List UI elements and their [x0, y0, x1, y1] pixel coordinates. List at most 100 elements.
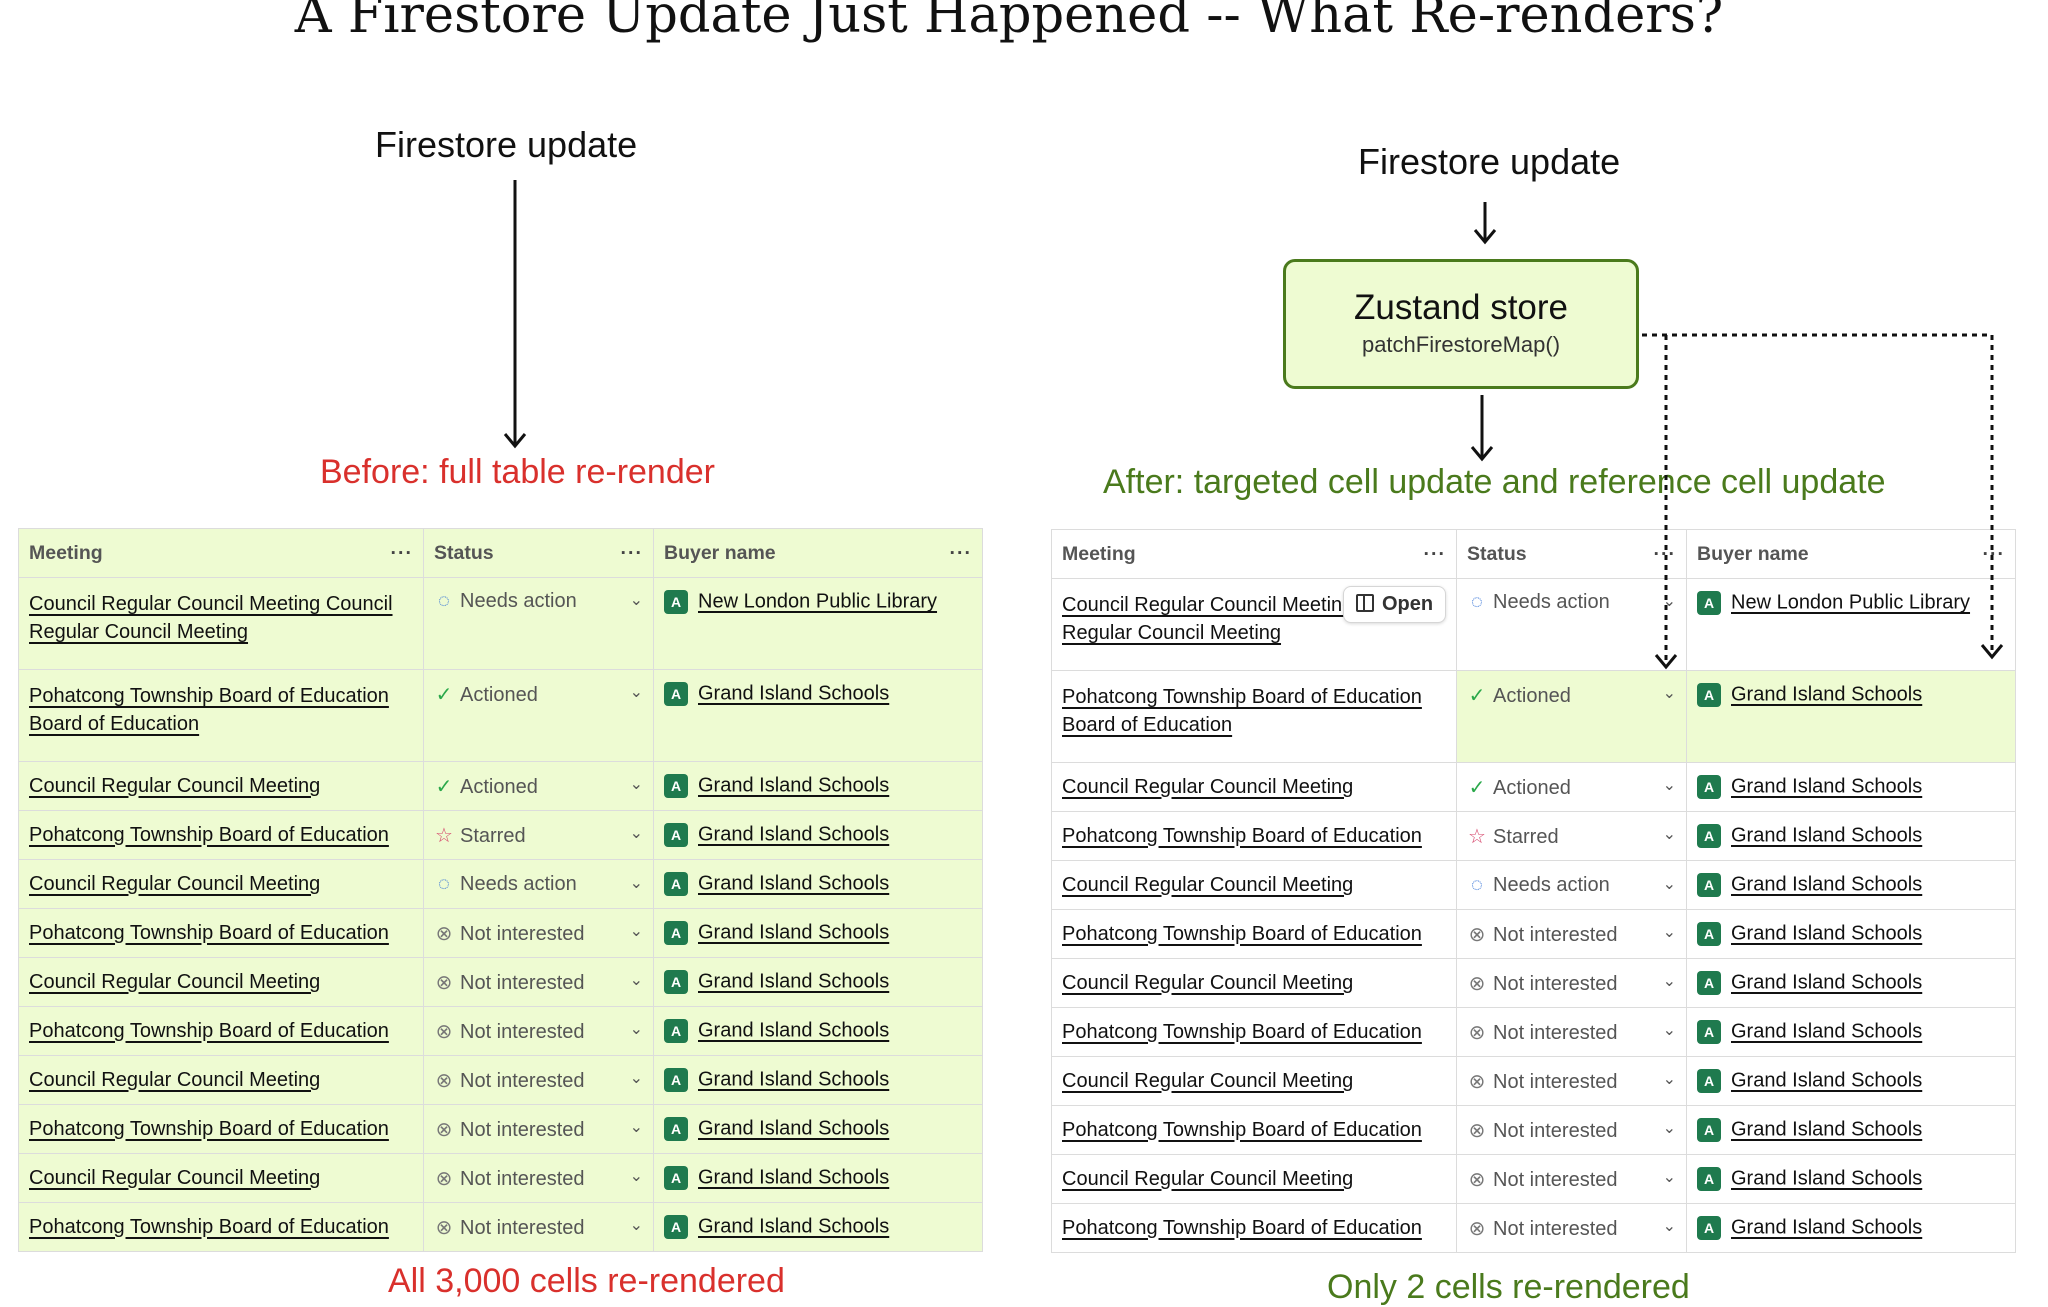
chevron-down-icon[interactable]: ⌄	[1663, 1216, 1676, 1236]
table-row[interactable]: Pohatcong Township Board of Education Bo…	[18, 669, 983, 762]
meeting-cell[interactable]: Pohatcong Township Board of Education	[1051, 909, 1457, 959]
column-menu-icon[interactable]: ···	[391, 542, 413, 565]
chevron-down-icon[interactable]: ⌄	[630, 1019, 643, 1039]
buyer-cell[interactable]: A Grand Island Schools	[1686, 860, 2016, 910]
buyer-link[interactable]: Grand Island Schools	[698, 1019, 889, 1041]
buyer-link[interactable]: Grand Island Schools	[698, 823, 889, 845]
buyer-cell[interactable]: A Grand Island Schools	[653, 1153, 983, 1203]
buyer-link[interactable]: Grand Island Schools	[698, 1068, 889, 1090]
chevron-down-icon[interactable]: ⌄	[1663, 971, 1676, 991]
status-cell[interactable]: ⊗ Not interested ⌄	[423, 1055, 654, 1105]
meeting-link[interactable]: Pohatcong Township Board of Education Bo…	[29, 685, 389, 735]
meeting-link[interactable]: Pohatcong Township Board of Education	[29, 1118, 389, 1140]
buyer-cell[interactable]: A Grand Island Schools	[1686, 1056, 2016, 1106]
table-row[interactable]: Pohatcong Township Board of Education ☆ St…	[18, 810, 983, 860]
open-row-button[interactable]: Open	[1343, 586, 1447, 623]
chevron-down-icon[interactable]: ⌄	[1663, 1020, 1676, 1040]
meeting-link[interactable]: Pohatcong Township Board of Education Bo…	[1062, 686, 1422, 736]
chevron-down-icon[interactable]: ⌄	[630, 590, 643, 610]
table-row[interactable]: Council Regular Council Meeting ⊗ Not inte…	[1051, 1154, 2016, 1204]
chevron-down-icon[interactable]: ⌄	[630, 1215, 643, 1235]
chevron-down-icon[interactable]: ⌄	[630, 823, 643, 843]
chevron-down-icon[interactable]: ⌄	[630, 682, 643, 702]
buyer-link[interactable]: Grand Island Schools	[698, 921, 889, 943]
table-row[interactable]: Pohatcong Township Board of Education ⊗ No…	[1051, 1105, 2016, 1155]
meeting-link[interactable]: Council Regular Council Meeting Council …	[29, 593, 393, 643]
meeting-cell[interactable]: Pohatcong Township Board of Education	[1051, 1007, 1457, 1057]
status-cell[interactable]: ⊗ Not interested ⌄	[423, 1202, 654, 1252]
meeting-cell[interactable]: Council Regular Council Meeting	[18, 1153, 424, 1203]
meeting-link[interactable]: Council Regular Council Meeting	[29, 971, 320, 993]
column-menu-icon[interactable]: ···	[1424, 543, 1446, 566]
meeting-link[interactable]: Council Regular Council Meeting	[29, 1167, 320, 1189]
meeting-cell[interactable]: Pohatcong Township Board of Education	[1051, 811, 1457, 861]
meeting-cell[interactable]: Council Regular Council Meeting	[1051, 762, 1457, 812]
status-cell[interactable]: ⊗ Not interested ⌄	[423, 1153, 654, 1203]
meeting-cell[interactable]: Pohatcong Township Board of Education	[1051, 1203, 1457, 1253]
meeting-link[interactable]: Council Regular Council Meeting	[1062, 1168, 1353, 1190]
table-row[interactable]: Council Regular Council Meeting ✓ Actioned…	[18, 761, 983, 811]
table-row[interactable]: Pohatcong Township Board of Education ⊗ No…	[1051, 909, 2016, 959]
meeting-link[interactable]: Pohatcong Township Board of Education	[1062, 923, 1422, 945]
status-cell[interactable]: ⊗ Not interested ⌄	[1456, 1203, 1687, 1253]
buyer-cell[interactable]: A Grand Island Schools	[1686, 762, 2016, 812]
meeting-link[interactable]: Pohatcong Township Board of Education	[29, 1020, 389, 1042]
chevron-down-icon[interactable]: ⌄	[630, 1068, 643, 1088]
table-row[interactable]: Council Regular Council Meeting ⊗ Not inte…	[18, 957, 983, 1007]
chevron-down-icon[interactable]: ⌄	[1663, 683, 1676, 703]
meeting-cell[interactable]: Pohatcong Township Board of Education	[18, 1104, 424, 1154]
status-cell[interactable]: ⊗ Not interested ⌄	[423, 908, 654, 958]
meeting-link[interactable]: Council Regular Council Meeting	[1062, 874, 1353, 896]
table-row[interactable]: Council Regular Council Meeting ⊗ Not inte…	[1051, 958, 2016, 1008]
chevron-down-icon[interactable]: ⌄	[630, 1117, 643, 1137]
status-cell[interactable]: ◌ Needs action ⌄	[423, 577, 654, 670]
meeting-cell[interactable]: Council Regular Council Meeting	[18, 761, 424, 811]
col-header-buyer[interactable]: Buyer name ···	[653, 528, 983, 578]
chevron-down-icon[interactable]: ⌄	[1663, 1167, 1676, 1187]
meeting-cell[interactable]: Pohatcong Township Board of Education Bo…	[18, 669, 424, 762]
chevron-down-icon[interactable]: ⌄	[1663, 1069, 1676, 1089]
chevron-down-icon[interactable]: ⌄	[1663, 874, 1676, 894]
buyer-cell[interactable]: A Grand Island Schools	[653, 1104, 983, 1154]
table-row[interactable]: Council Regular Council Meeting ◌ Needs ac…	[18, 859, 983, 909]
buyer-cell[interactable]: A Grand Island Schools	[1686, 909, 2016, 959]
table-row[interactable]: Council Regular Council Meeting ✓ Actioned…	[1051, 762, 2016, 812]
status-cell[interactable]: ⊗ Not interested ⌄	[423, 957, 654, 1007]
meeting-link[interactable]: Pohatcong Township Board of Education	[1062, 1217, 1422, 1239]
buyer-cell[interactable]: A Grand Island Schools	[653, 859, 983, 909]
status-cell[interactable]: ✓ Actioned ⌄	[1456, 762, 1687, 812]
buyer-link[interactable]: Grand Island Schools	[1731, 824, 1922, 846]
meeting-cell[interactable]: Pohatcong Township Board of Education Bo…	[1051, 670, 1457, 763]
table-row[interactable]: Pohatcong Township Board of Education ⊗ No…	[1051, 1203, 2016, 1253]
chevron-down-icon[interactable]: ⌄	[1663, 775, 1676, 795]
buyer-link[interactable]: Grand Island Schools	[698, 970, 889, 992]
status-cell[interactable]: ◌ Needs action ⌄	[1456, 860, 1687, 910]
status-cell[interactable]: ☆ Starred ⌄	[1456, 811, 1687, 861]
chevron-down-icon[interactable]: ⌄	[630, 774, 643, 794]
meeting-link[interactable]: Pohatcong Township Board of Education	[29, 1216, 389, 1238]
meeting-cell[interactable]: Council Regular Council Meeting	[18, 1055, 424, 1105]
status-cell[interactable]: ⊗ Not interested ⌄	[1456, 1056, 1687, 1106]
status-cell[interactable]: ⊗ Not interested ⌄	[1456, 1105, 1687, 1155]
status-cell[interactable]: ⊗ Not interested ⌄	[423, 1006, 654, 1056]
table-row[interactable]: Council Regular Council Meeting ⊗ Not inte…	[18, 1055, 983, 1105]
buyer-cell[interactable]: A Grand Island Schools	[653, 957, 983, 1007]
status-cell[interactable]: ◌ Needs action ⌄	[423, 859, 654, 909]
meeting-cell[interactable]: Council Regular Council Meeting	[18, 957, 424, 1007]
col-header-status[interactable]: Status ···	[423, 528, 654, 578]
chevron-down-icon[interactable]: ⌄	[1663, 824, 1676, 844]
table-row[interactable]: Pohatcong Township Board of Education ⊗ No…	[1051, 1007, 2016, 1057]
buyer-link[interactable]: Grand Island Schools	[1731, 1020, 1922, 1042]
meeting-cell[interactable]: Council Regular Council Meeting	[1051, 860, 1457, 910]
table-row[interactable]: Council Regular Council Meeting ◌ Needs ac…	[1051, 860, 2016, 910]
meeting-cell[interactable]: Pohatcong Township Board of Education	[1051, 1105, 1457, 1155]
meeting-link[interactable]: Council Regular Council Meeting	[1062, 972, 1353, 994]
status-cell[interactable]: ✓ Actioned ⌄	[423, 761, 654, 811]
status-cell[interactable]: ⊗ Not interested ⌄	[1456, 1154, 1687, 1204]
buyer-link[interactable]: Grand Island Schools	[1731, 1167, 1922, 1189]
buyer-link[interactable]: Grand Island Schools	[698, 872, 889, 894]
buyer-link[interactable]: Grand Island Schools	[698, 1166, 889, 1188]
column-menu-icon[interactable]: ···	[621, 542, 643, 565]
table-row[interactable]: Council Regular Council Meeting ⊗ Not inte…	[1051, 1056, 2016, 1106]
status-cell[interactable]: ✓ Actioned ⌄	[423, 669, 654, 762]
